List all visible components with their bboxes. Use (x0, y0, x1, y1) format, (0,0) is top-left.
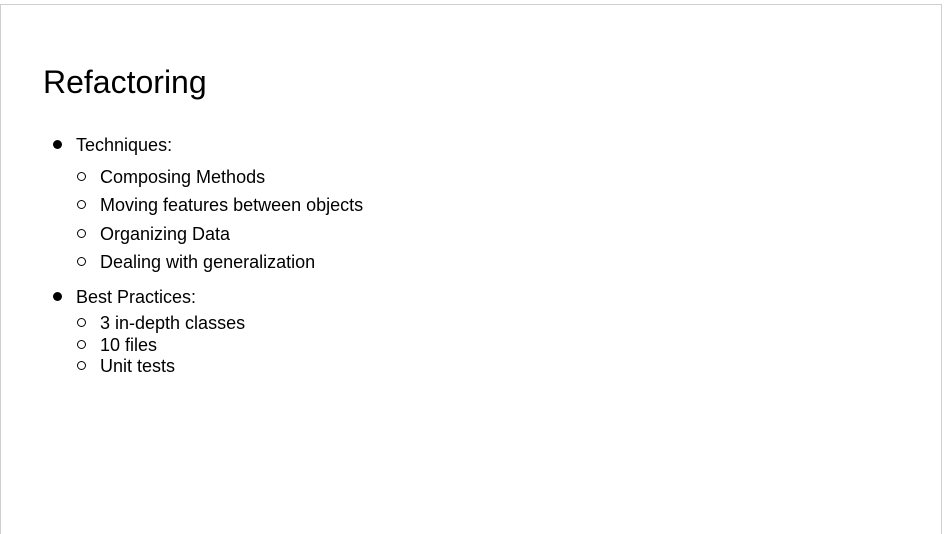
list-item-text: Composing Methods (100, 167, 266, 187)
list-item: Dealing with generalization (77, 251, 315, 273)
list-item-text: 10 files (100, 335, 158, 355)
list-item: Moving features between objects (77, 194, 363, 216)
list-item: Composing Methods (77, 166, 265, 188)
bullet-circle-icon (77, 361, 86, 370)
slide: Refactoring Techniques: Composing Method… (0, 4, 942, 534)
bullet-circle-icon (77, 172, 86, 181)
list-item-text: Organizing Data (100, 224, 231, 244)
bullet-techniques: Techniques: (53, 134, 172, 156)
list-item: 10 files (77, 334, 157, 356)
list-item-text: Unit tests (100, 356, 176, 376)
bullet-best-practices: Best Practices: (53, 286, 196, 308)
bullet-circle-icon (77, 200, 86, 209)
bullet-circle-icon (77, 257, 86, 266)
list-item: Unit tests (77, 355, 175, 377)
section-label: Best Practices: (76, 287, 197, 307)
slide-title: Refactoring (43, 64, 207, 100)
list-item: Organizing Data (77, 223, 230, 245)
bullet-circle-icon (77, 229, 86, 238)
list-item-text: 3 in-depth classes (100, 313, 246, 333)
bullet-circle-icon (77, 340, 86, 349)
list-item-text: Moving features between objects (100, 195, 364, 215)
list-item-text: Dealing with generalization (100, 252, 316, 272)
bullet-circle-icon (77, 318, 86, 327)
bullet-disc-icon (53, 140, 62, 149)
list-item: 3 in-depth classes (77, 312, 245, 334)
section-label: Techniques: (76, 135, 173, 155)
bullet-disc-icon (53, 292, 62, 301)
